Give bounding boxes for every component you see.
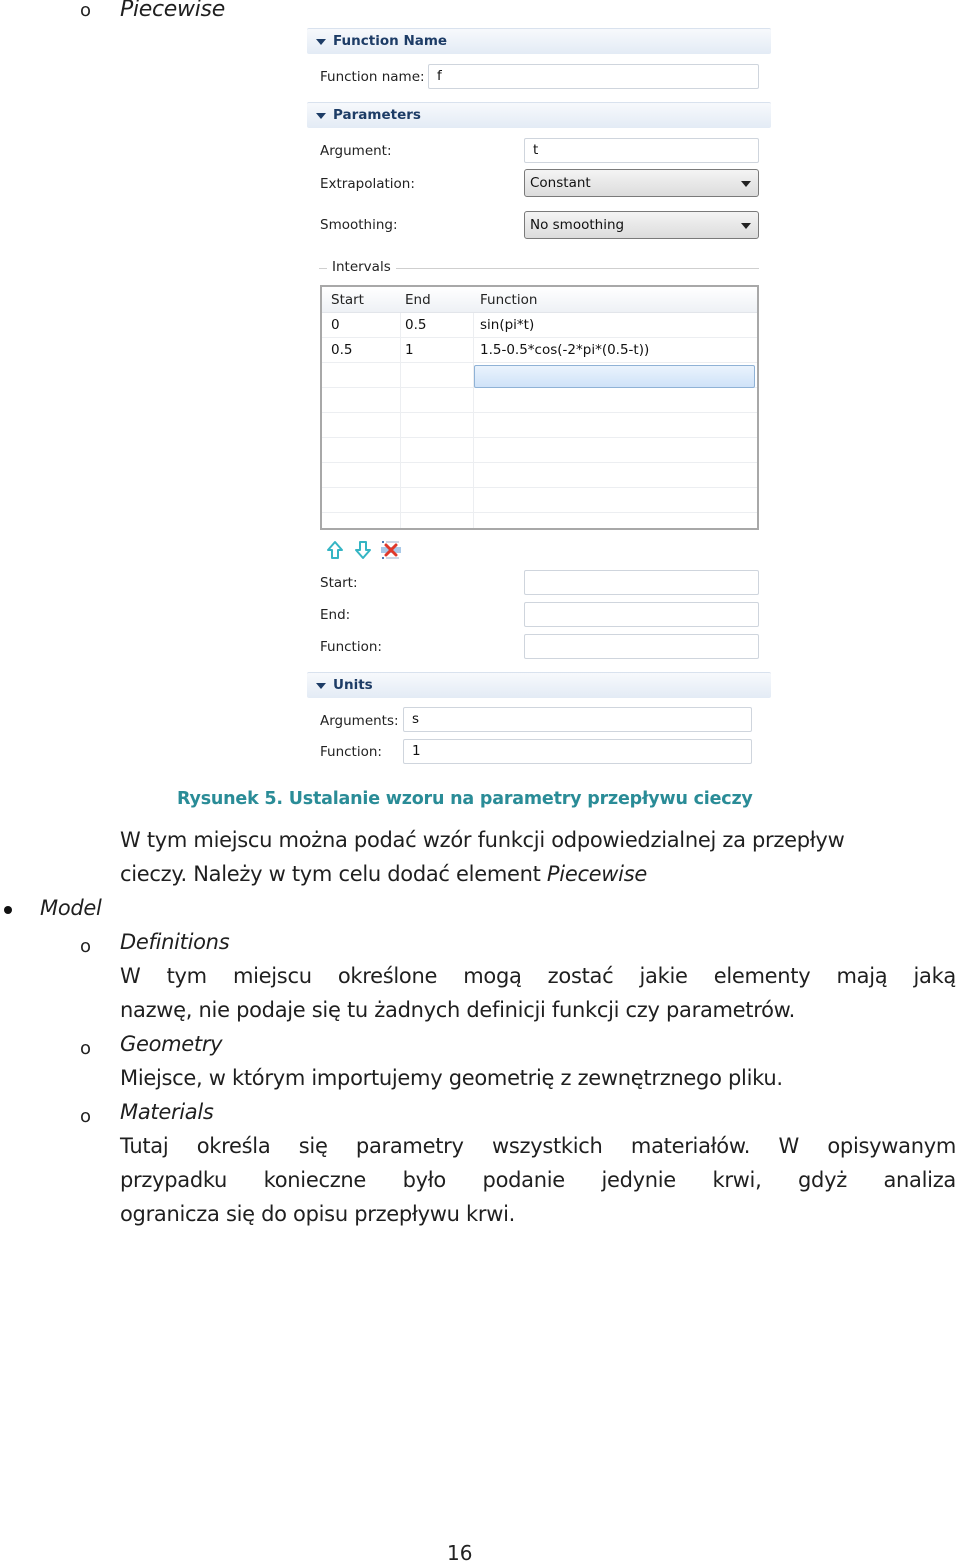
definitions-text-line1: W tym miejscu określone mogą zostać jaki… <box>120 964 956 988</box>
table-row[interactable]: 0 0.5 sin(pi*t) <box>322 314 757 338</box>
dropdown-arrow-icon <box>741 223 751 229</box>
bullet-circle: o <box>80 936 91 957</box>
text-span: cieczy. Należy w tym celu dodać element <box>120 862 547 886</box>
argument-label: Argument: <box>320 143 392 159</box>
move-up-icon[interactable] <box>325 540 345 560</box>
table-row-empty[interactable] <box>322 414 757 438</box>
table-header: Start End Function <box>322 287 757 313</box>
materials-heading: Materials <box>120 1100 214 1124</box>
table-row-empty[interactable] <box>322 439 757 463</box>
definitions-text-line2: nazwę, nie podaje się tu żadnych definic… <box>120 998 795 1022</box>
smoothing-value: No smoothing <box>530 217 625 233</box>
units-function-input[interactable]: 1 <box>403 739 752 764</box>
materials-text-line2: przypadku konieczne było podanie jedynie… <box>120 1168 956 1192</box>
bullet-dot <box>4 906 12 914</box>
piecewise-heading: Piecewise <box>120 0 225 22</box>
start-label: Start: <box>320 575 358 591</box>
extrapolation-label: Extrapolation: <box>320 176 415 192</box>
cell-end[interactable]: 0.5 <box>405 317 426 333</box>
intervals-title: Intervals <box>327 259 396 275</box>
selected-cell[interactable] <box>474 365 755 388</box>
intervals-table[interactable]: Start End Function 0 0.5 sin(pi*t) 0.5 1… <box>320 285 759 530</box>
geometry-text: Miejsce, w którym importujemy geometrię … <box>120 1066 783 1090</box>
section-title: Units <box>333 677 373 693</box>
geometry-heading: Geometry <box>120 1032 223 1056</box>
section-title: Function Name <box>333 33 448 49</box>
materials-text-line3: ogranicza się do opisu przepływu krwi. <box>120 1202 515 1226</box>
smoothing-label: Smoothing: <box>320 217 398 233</box>
dropdown-arrow-icon <box>741 181 751 187</box>
column-header-end[interactable]: End <box>405 292 431 308</box>
collapse-triangle-icon <box>316 683 326 689</box>
start-input[interactable] <box>524 570 759 595</box>
function-label: Function: <box>320 639 382 655</box>
table-row-empty[interactable] <box>322 489 757 513</box>
section-header-parameters[interactable]: Parameters <box>307 102 771 128</box>
extrapolation-value: Constant <box>530 175 591 191</box>
section-header-function-name[interactable]: Function Name <box>307 28 771 54</box>
function-input[interactable] <box>524 634 759 659</box>
function-name-input[interactable]: f <box>428 64 759 89</box>
figure-caption: Rysunek 5. Ustalanie wzoru na parametry … <box>177 789 753 809</box>
move-down-icon[interactable] <box>353 540 373 560</box>
units-arguments-input[interactable]: s <box>403 707 752 732</box>
materials-text-line1: Tutaj określa się parametry wszystkich m… <box>120 1134 956 1158</box>
column-header-function[interactable]: Function <box>480 292 537 308</box>
piecewise-settings-panel: Function Name Function name: f Parameter… <box>307 28 771 770</box>
cell-start[interactable]: 0.5 <box>331 342 352 358</box>
bullet-circle: o <box>80 0 91 21</box>
cell-function[interactable]: sin(pi*t) <box>480 317 534 333</box>
end-input[interactable] <box>524 602 759 627</box>
argument-input[interactable]: t <box>524 138 759 163</box>
function-name-label: Function name: <box>320 69 425 85</box>
piecewise-italic: Piecewise <box>546 862 647 886</box>
bullet-circle: o <box>80 1038 91 1059</box>
piecewise-description-line1: W tym miejscu można podać wzór funkcji o… <box>120 828 845 852</box>
collapse-triangle-icon <box>316 113 326 119</box>
cell-function[interactable]: 1.5-0.5*cos(-2*pi*(0.5-t)) <box>480 342 649 358</box>
table-row[interactable]: 0.5 1 1.5-0.5*cos(-2*pi*(0.5-t)) <box>322 339 757 363</box>
units-function-label: Function: <box>320 744 382 760</box>
model-heading: Model <box>40 896 102 920</box>
extrapolation-select[interactable]: Constant <box>524 169 759 197</box>
smoothing-select[interactable]: No smoothing <box>524 211 759 239</box>
column-header-start[interactable]: Start <box>331 292 364 308</box>
collapse-triangle-icon <box>316 39 326 45</box>
cell-end[interactable]: 1 <box>405 342 414 358</box>
section-header-units[interactable]: Units <box>307 672 771 698</box>
definitions-heading: Definitions <box>120 930 230 954</box>
table-row-empty[interactable] <box>322 464 757 488</box>
bullet-circle: o <box>80 1106 91 1127</box>
section-title: Parameters <box>333 107 421 123</box>
cell-start[interactable]: 0 <box>331 317 340 333</box>
end-label: End: <box>320 607 351 623</box>
delete-row-icon[interactable] <box>380 539 401 559</box>
table-row-empty[interactable] <box>322 389 757 413</box>
units-arguments-label: Arguments: <box>320 713 399 729</box>
page-number: 16 <box>447 1541 473 1562</box>
piecewise-description-line2: cieczy. Należy w tym celu dodać element … <box>120 862 647 886</box>
